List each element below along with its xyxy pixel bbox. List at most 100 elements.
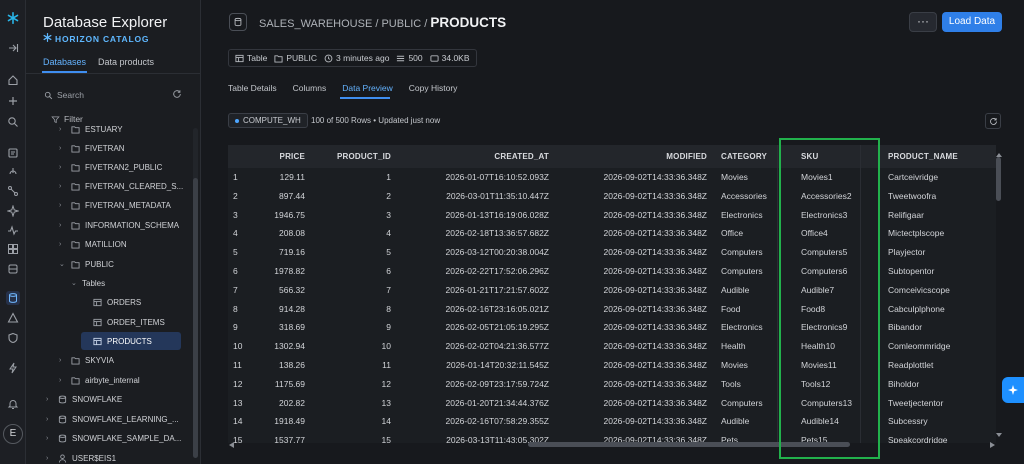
table-row[interactable]: 2 897.44 2 2026-03-01T11:35:10.447Z 2026-09-… [228, 187, 996, 206]
tree-node-snowflake-learning[interactable]: › SNOWFLAKE_LEARNING_... [46, 410, 179, 428]
cell-created-at[interactable]: 2026-01-13T16:19:06.028Z [396, 206, 550, 225]
ai-ml-icon[interactable] [6, 204, 20, 218]
tree-node-estuary[interactable]: › ESTUARY [59, 124, 123, 138]
tree-node-airbyte-internal[interactable]: › airbyte_internal [59, 371, 140, 389]
tab-data-preview[interactable]: Data Preview [342, 83, 393, 93]
table-row[interactable]: 14 1918.49 14 2026-02-16T07:58:29.355Z 2026-… [228, 412, 996, 431]
chevron-right-icon[interactable]: › [59, 222, 65, 229]
cell-product-id[interactable]: 9 [313, 318, 391, 337]
col-header-price[interactable]: PRICE [258, 145, 305, 168]
cell-product-name[interactable]: Mictectplscope [888, 224, 988, 243]
chevron-right-icon[interactable]: › [46, 455, 52, 462]
tree-node-public[interactable]: ⌄ PUBLIC [59, 255, 114, 273]
cell-product-id[interactable]: 7 [313, 281, 391, 300]
cell-row-number[interactable]: 10 [233, 337, 253, 356]
cell-price[interactable]: 202.82 [258, 394, 305, 413]
cell-created-at[interactable]: 2026-02-16T07:58:29.355Z [396, 412, 550, 431]
cell-category[interactable]: Movies [721, 356, 781, 375]
cell-created-at[interactable]: 2026-01-21T17:21:57.602Z [396, 281, 550, 300]
chevron-right-icon[interactable]: › [46, 396, 52, 403]
explorer-search-input[interactable]: Search [44, 87, 189, 103]
cell-row-number[interactable]: 2 [233, 187, 253, 206]
ai-assistant-button[interactable] [1002, 377, 1024, 403]
cell-price[interactable]: 1302.94 [258, 337, 305, 356]
tree-node-matillion[interactable]: › MATILLION [59, 235, 127, 253]
cell-modified[interactable]: 2026-09-02T14:33:36.348Z [555, 168, 708, 187]
cell-modified[interactable]: 2026-09-02T14:33:36.348Z [555, 224, 708, 243]
cell-modified[interactable]: 2026-09-02T14:33:36.348Z [555, 300, 708, 319]
cell-product-name[interactable]: Tweetwoofra [888, 187, 988, 206]
cell-row-number[interactable]: 8 [233, 300, 253, 319]
chevron-right-icon[interactable]: › [59, 202, 65, 209]
cell-category[interactable]: Computers [721, 243, 781, 262]
cell-row-number[interactable]: 1 [233, 168, 253, 187]
cell-row-number[interactable]: 3 [233, 206, 253, 225]
cell-category[interactable]: Audible [721, 412, 781, 431]
tree-node-orders[interactable]: ORDERS [92, 293, 141, 311]
tree-node-user[interactable]: › USER$EIS1 [46, 449, 116, 464]
cell-row-number[interactable]: 11 [233, 356, 253, 375]
tree-node-fivetran[interactable]: › FIVETRAN [59, 139, 125, 157]
refresh-preview-button[interactable] [985, 113, 1001, 129]
tree-node-skyvia[interactable]: › SKYVIA [59, 351, 114, 369]
cell-price[interactable]: 566.32 [258, 281, 305, 300]
cell-product-name[interactable]: Playjector [888, 243, 988, 262]
cell-category[interactable]: Computers [721, 394, 781, 413]
cell-created-at[interactable]: 2026-02-18T13:36:57.682Z [396, 224, 550, 243]
cell-row-number[interactable]: 14 [233, 412, 253, 431]
col-header-row-number[interactable] [233, 145, 253, 168]
cell-product-name[interactable]: Relifigaar [888, 206, 988, 225]
cell-modified[interactable]: 2026-09-02T14:33:36.348Z [555, 281, 708, 300]
cell-row-number[interactable]: 9 [233, 318, 253, 337]
cell-price[interactable]: 1946.75 [258, 206, 305, 225]
chevron-right-icon[interactable]: › [59, 357, 65, 364]
cell-category[interactable]: Audible [721, 281, 781, 300]
cell-category[interactable]: Accessories [721, 187, 781, 206]
add-icon[interactable] [6, 94, 20, 108]
projects-icon[interactable] [6, 146, 20, 160]
cell-price[interactable]: 129.11 [258, 168, 305, 187]
table-row[interactable]: 1 129.11 1 2026-01-07T16:10:52.093Z 2026-09-… [228, 168, 996, 187]
table-row[interactable]: 5 719.16 5 2026-03-12T00:20:38.004Z 2026-09-… [228, 243, 996, 262]
cell-price[interactable]: 1175.69 [258, 375, 305, 394]
cell-product-name[interactable]: Tweetjectentor [888, 394, 988, 413]
table-row[interactable]: 8 914.28 8 2026-02-16T23:16:05.021Z 2026-09-… [228, 300, 996, 319]
more-options-button[interactable]: ··· [909, 12, 937, 32]
tree-node-snowflake-sample[interactable]: › SNOWFLAKE_SAMPLE_DA... [46, 429, 181, 447]
tree-node-information-schema[interactable]: › INFORMATION_SCHEMA [59, 216, 179, 234]
cell-modified[interactable]: 2026-09-02T14:33:36.348Z [555, 375, 708, 394]
table-row[interactable]: 12 1175.69 12 2026-02-09T23:17:59.724Z 2026-… [228, 375, 996, 394]
cell-row-number[interactable]: 13 [233, 394, 253, 413]
cell-created-at[interactable]: 2026-02-02T04:21:36.577Z [396, 337, 550, 356]
chevron-right-icon[interactable]: › [46, 416, 52, 423]
cell-price[interactable]: 138.26 [258, 356, 305, 375]
cell-created-at[interactable]: 2026-02-09T23:17:59.724Z [396, 375, 550, 394]
security-shield-icon[interactable] [6, 331, 20, 345]
grid-vertical-scrollbar-thumb[interactable] [996, 157, 1001, 201]
monitoring-icon[interactable] [6, 223, 20, 237]
cell-product-id[interactable]: 11 [313, 356, 391, 375]
col-header-product-id[interactable]: PRODUCT_ID [313, 145, 391, 168]
cell-category[interactable]: Movies [721, 168, 781, 187]
col-header-product-name[interactable]: PRODUCT_NAME [888, 145, 988, 168]
cell-price[interactable]: 719.16 [258, 243, 305, 262]
filter-button[interactable]: Filter [51, 114, 83, 124]
cell-product-name[interactable]: Comleommridge [888, 337, 988, 356]
tab-copy-history[interactable]: Copy History [409, 83, 458, 93]
cell-price[interactable]: 914.28 [258, 300, 305, 319]
notifications-icon[interactable] [6, 397, 20, 411]
cell-product-id[interactable]: 10 [313, 337, 391, 356]
cell-created-at[interactable]: 2026-02-16T23:16:05.021Z [396, 300, 550, 319]
cell-created-at[interactable]: 2026-03-01T11:35:10.447Z [396, 187, 549, 206]
warehouse-selector[interactable]: COMPUTE_WH [228, 113, 308, 128]
marketplace-icon[interactable] [6, 242, 20, 256]
cell-created-at[interactable]: 2026-03-12T00:20:38.004Z [396, 243, 550, 262]
cell-row-number[interactable]: 6 [233, 262, 253, 281]
cell-product-name[interactable]: Bibandor [888, 318, 988, 337]
cell-modified[interactable]: 2026-09-02T14:33:36.348Z [555, 318, 708, 337]
cell-modified[interactable]: 2026-09-02T14:33:36.348Z [555, 337, 708, 356]
cell-modified[interactable]: 2026-09-02T14:33:36.348Z [555, 187, 708, 206]
cell-created-at[interactable]: 2026-02-22T17:52:06.296Z [396, 262, 550, 281]
cell-category[interactable]: Food [721, 300, 781, 319]
cell-category[interactable]: Health [721, 337, 781, 356]
